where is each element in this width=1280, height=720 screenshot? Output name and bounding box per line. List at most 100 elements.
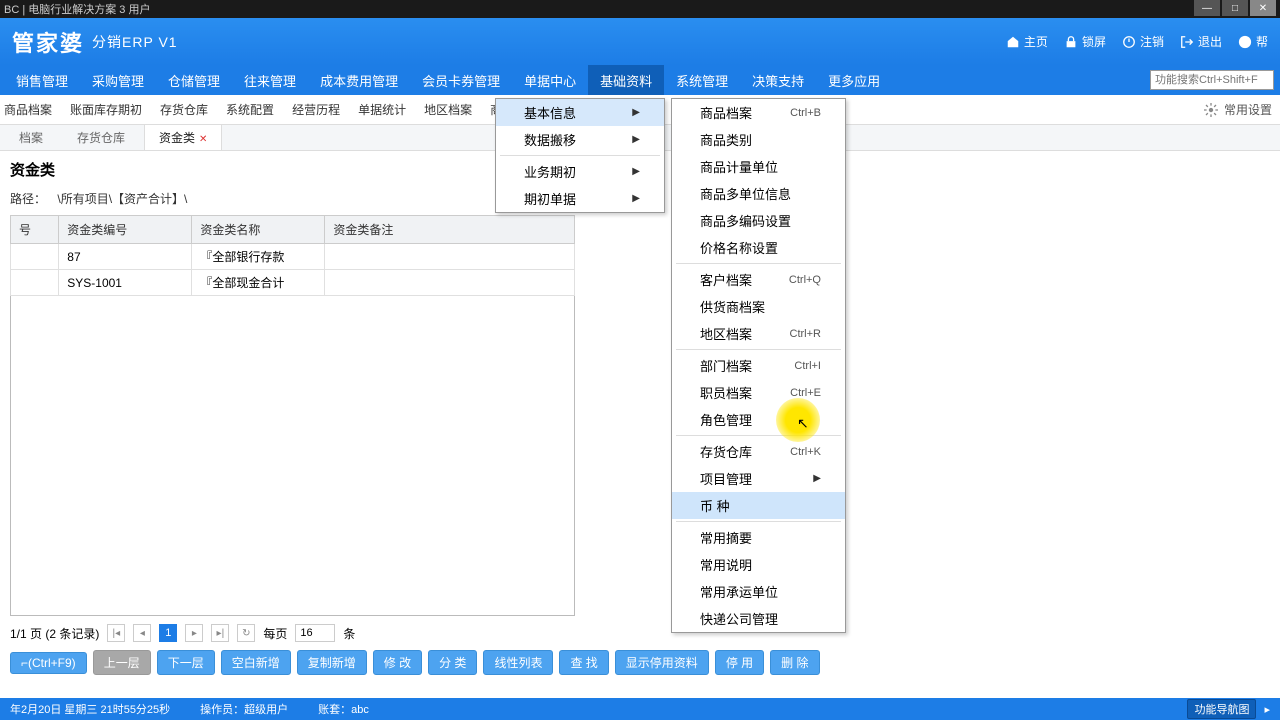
table-header[interactable]: 资金类名称 bbox=[192, 216, 325, 244]
menu-item[interactable]: 业务期初▶ bbox=[496, 158, 664, 185]
toolbar-item[interactable]: 系统配置 bbox=[226, 101, 274, 118]
toolbar-settings[interactable]: 常用设置 bbox=[1204, 101, 1272, 118]
table-row[interactable]: SYS-1001『全部现金合计 bbox=[11, 270, 575, 296]
mainmenu-item[interactable]: 基础资料 bbox=[588, 65, 664, 95]
toolbar-item[interactable]: 单据统计 bbox=[358, 101, 406, 118]
pager-last[interactable]: ▸| bbox=[211, 624, 229, 642]
mainmenu-item[interactable]: 销售管理 bbox=[4, 65, 80, 95]
menu-item[interactable]: 币 种 bbox=[672, 492, 845, 519]
table-header[interactable]: 号 bbox=[11, 216, 59, 244]
menu-item[interactable]: 商品多编码设置 bbox=[672, 207, 845, 234]
action-button[interactable]: 查 找 bbox=[559, 650, 608, 675]
minimize-button[interactable]: — bbox=[1194, 0, 1220, 16]
menu-item[interactable]: 部门档案Ctrl+I bbox=[672, 352, 845, 379]
menu-shortcut: Ctrl+K bbox=[790, 446, 821, 458]
pager-prev[interactable]: ◂ bbox=[133, 624, 151, 642]
menu-item[interactable]: 供货商档案 bbox=[672, 293, 845, 320]
app-logo-sub: 分销ERP V1 bbox=[92, 32, 178, 52]
mainmenu-item[interactable]: 成本费用管理 bbox=[308, 65, 410, 95]
action-button[interactable]: 删 除 bbox=[770, 650, 819, 675]
menu-item[interactable]: 基本信息▶ bbox=[496, 99, 664, 126]
header-exit[interactable]: 退出 bbox=[1180, 33, 1222, 50]
menu-item[interactable]: 角色管理 bbox=[672, 406, 845, 433]
close-button[interactable]: ✕ bbox=[1250, 0, 1276, 16]
pager-first[interactable]: |◂ bbox=[107, 624, 125, 642]
menu-item[interactable]: 客户档案Ctrl+Q bbox=[672, 266, 845, 293]
menu-item[interactable]: 期初单据▶ bbox=[496, 185, 664, 212]
menu-item[interactable]: 商品计量单位 bbox=[672, 153, 845, 180]
nav-map-button[interactable]: 功能导航图 bbox=[1187, 699, 1256, 719]
table-header[interactable]: 资金类备注 bbox=[325, 216, 575, 244]
menu-separator bbox=[676, 521, 841, 522]
mainmenu-item[interactable]: 会员卡券管理 bbox=[410, 65, 512, 95]
mainmenu-item[interactable]: 采购管理 bbox=[80, 65, 156, 95]
menu-item[interactable]: 商品类别 bbox=[672, 126, 845, 153]
action-button[interactable]: 修 改 bbox=[373, 650, 422, 675]
per-page-label: 每页 bbox=[263, 625, 287, 642]
pager-refresh[interactable]: ↻ bbox=[237, 624, 255, 642]
action-hotkey[interactable]: ⌐(Ctrl+F9) bbox=[10, 652, 87, 674]
menu-item[interactable]: 常用摘要 bbox=[672, 524, 845, 551]
action-down[interactable]: 下一层 bbox=[157, 650, 215, 675]
toolbar-item[interactable]: 账面库存期初 bbox=[70, 101, 142, 118]
tab[interactable]: 档案 bbox=[4, 124, 58, 150]
menu-item-label: 商品计量单位 bbox=[700, 157, 778, 176]
main-menu: 销售管理采购管理仓储管理往来管理成本费用管理会员卡券管理单据中心基础资料系统管理… bbox=[0, 65, 1280, 95]
menu-item-label: 数据搬移 bbox=[524, 130, 576, 149]
maximize-button[interactable]: □ bbox=[1222, 0, 1248, 16]
help-icon bbox=[1238, 35, 1252, 49]
pager-next[interactable]: ▸ bbox=[185, 624, 203, 642]
action-button[interactable]: 复制新增 bbox=[297, 650, 367, 675]
lock-icon bbox=[1064, 35, 1078, 49]
header-logout[interactable]: 注销 bbox=[1122, 33, 1164, 50]
menu-item-label: 部门档案 bbox=[700, 356, 752, 375]
action-button[interactable]: 分 类 bbox=[428, 650, 477, 675]
window-titlebar: BC | 电脑行业解决方案 3 用户 — □ ✕ bbox=[0, 0, 1280, 18]
tab-close-icon[interactable]: ✕ bbox=[199, 134, 207, 145]
menu-item[interactable]: 价格名称设置 bbox=[672, 234, 845, 261]
pager: 1/1 页 (2 条记录) |◂ ◂ 1 ▸ ▸| ↻ 每页 条 bbox=[10, 624, 1270, 642]
action-up[interactable]: 上一层 bbox=[93, 650, 151, 675]
header-lock[interactable]: 锁屏 bbox=[1064, 33, 1106, 50]
mainmenu-item[interactable]: 更多应用 bbox=[816, 65, 892, 95]
pager-current[interactable]: 1 bbox=[159, 624, 177, 642]
menu-item-label: 币 种 bbox=[700, 496, 730, 515]
action-button[interactable]: 空白新增 bbox=[221, 650, 291, 675]
mainmenu-item[interactable]: 往来管理 bbox=[232, 65, 308, 95]
menu-item[interactable]: 地区档案Ctrl+R bbox=[672, 320, 845, 347]
toolbar-item[interactable]: 存货仓库 bbox=[160, 101, 208, 118]
menu-item[interactable]: 常用说明 bbox=[672, 551, 845, 578]
header-help[interactable]: 帮 bbox=[1238, 33, 1268, 50]
header-home[interactable]: 主页 bbox=[1006, 33, 1048, 50]
function-search-input[interactable] bbox=[1150, 70, 1274, 90]
mainmenu-item[interactable]: 单据中心 bbox=[512, 65, 588, 95]
action-bar: ⌐(Ctrl+F9) 上一层 下一层 空白新增复制新增修 改分 类线性列表查 找… bbox=[10, 650, 1270, 675]
mainmenu-item[interactable]: 决策支持 bbox=[740, 65, 816, 95]
action-button[interactable]: 停 用 bbox=[715, 650, 764, 675]
action-button[interactable]: 显示停用资料 bbox=[615, 650, 709, 675]
toolbar-item[interactable]: 商品档案 bbox=[4, 101, 52, 118]
status-account: 账套：abc bbox=[318, 701, 369, 717]
menu-item[interactable]: 常用承运单位 bbox=[672, 578, 845, 605]
mainmenu-item[interactable]: 系统管理 bbox=[664, 65, 740, 95]
toolbar-item[interactable]: 地区档案 bbox=[424, 101, 472, 118]
table-header[interactable]: 资金类编号 bbox=[59, 216, 192, 244]
data-table[interactable]: 号资金类编号资金类名称资金类备注 87『全部银行存款SYS-1001『全部现金合… bbox=[10, 215, 575, 616]
menu-item[interactable]: 数据搬移▶ bbox=[496, 126, 664, 153]
menu-item[interactable]: 职员档案Ctrl+E bbox=[672, 379, 845, 406]
tab[interactable]: 资金类✕ bbox=[144, 124, 222, 150]
tab[interactable]: 存货仓库 bbox=[62, 124, 140, 150]
mainmenu-item[interactable]: 仓储管理 bbox=[156, 65, 232, 95]
toolbar-item[interactable]: 经营历程 bbox=[292, 101, 340, 118]
table-row[interactable]: 87『全部银行存款 bbox=[11, 244, 575, 270]
menu-item[interactable]: 商品档案Ctrl+B bbox=[672, 99, 845, 126]
action-button[interactable]: 线性列表 bbox=[483, 650, 553, 675]
menu-item[interactable]: 项目管理▶ bbox=[672, 465, 845, 492]
menu-item-label: 存货仓库 bbox=[700, 442, 752, 461]
menu-item[interactable]: 存货仓库 Ctrl+K bbox=[672, 438, 845, 465]
menu-item[interactable]: 快递公司管理 bbox=[672, 605, 845, 632]
menu-item[interactable]: 商品多单位信息 bbox=[672, 180, 845, 207]
menu-shortcut: Ctrl+B bbox=[790, 107, 821, 119]
nav-collapse-icon[interactable]: ▸ bbox=[1264, 703, 1270, 716]
per-page-input[interactable] bbox=[295, 624, 335, 642]
